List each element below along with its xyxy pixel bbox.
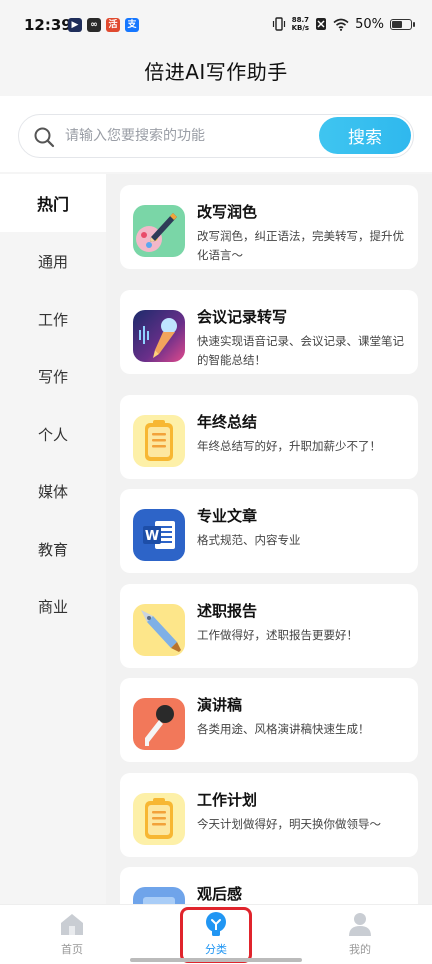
home-indicator[interactable]	[130, 958, 302, 962]
category-sidebar: 热门 通用 工作 写作 个人 媒体 教育 商业	[0, 174, 106, 904]
highlight-annotation	[180, 907, 252, 963]
clipboard-icon	[133, 415, 185, 467]
search-box: 搜索	[18, 114, 414, 158]
feature-card-meeting-transcription[interactable]: 会议记录转写 快速实现语音记录、会议记录、课堂笔记的智能总结！	[120, 290, 418, 374]
sidebar-item-business[interactable]: 商业	[0, 577, 106, 635]
wifi-icon	[333, 18, 349, 31]
feature-title: 述职报告	[197, 602, 258, 620]
alipay-app-icon: 支	[125, 18, 139, 32]
feature-description: 快速实现语音记录、会议记录、课堂笔记的智能总结！	[197, 334, 404, 367]
feature-description: 各类用途、风格演讲稿快速生成！	[197, 722, 370, 736]
net-speed: 88.7 KB/s	[292, 16, 309, 32]
svg-text:W: W	[145, 529, 159, 544]
sidebar-item-hot[interactable]: 热门	[0, 174, 106, 232]
search-button[interactable]: 搜索	[319, 117, 411, 154]
sidebar-item-personal[interactable]: 个人	[0, 405, 106, 463]
sidebar-item-general[interactable]: 通用	[0, 232, 106, 290]
feature-description: 今天计划做得好，明天换你做领导～	[197, 817, 381, 831]
feature-card-annual-summary[interactable]: 年终总结 年终总结写的好，升职加薪少不了！	[120, 395, 418, 479]
feature-card-work-report[interactable]: 述职报告 工作做得好，述职报告更要好！	[120, 584, 418, 668]
media-app-icon: ▶	[68, 18, 82, 32]
status-bar: 12:39 ▶ ∞ 活 支 88.7 KB/s 50%	[0, 0, 432, 52]
feature-card-professional-article[interactable]: W 专业文章 格式规范、内容专业	[120, 489, 418, 573]
feature-card-reflection[interactable]: 观后感	[120, 867, 418, 904]
search-bar: 搜索	[0, 96, 432, 172]
sidebar-item-work[interactable]: 工作	[0, 290, 106, 348]
battery-percent: 50%	[355, 16, 384, 32]
feature-card-speech[interactable]: 演讲稿 各类用途、风格演讲稿快速生成！	[120, 678, 418, 762]
nav-item-home[interactable]: 首页	[32, 911, 112, 963]
home-icon	[61, 914, 83, 935]
fountain-pen-icon	[133, 604, 185, 656]
sim-off-icon	[316, 18, 327, 30]
battery-icon	[390, 18, 415, 30]
feature-title: 工作计划	[197, 791, 258, 809]
feature-description: 年终总结写的好，升职加薪少不了！	[197, 439, 381, 453]
nav-label: 首页	[61, 943, 83, 956]
monitor-icon	[133, 887, 185, 904]
huodong-app-icon: 活	[106, 18, 120, 32]
feature-card-rewrite[interactable]: 改写润色 改写润色，纠正语法，完美转写，提升优化语言～	[120, 185, 418, 269]
feature-title: 年终总结	[197, 413, 258, 431]
link-app-icon: ∞	[87, 18, 101, 32]
search-input[interactable]	[65, 115, 315, 156]
microphone-icon	[133, 698, 185, 750]
feature-title: 观后感	[197, 885, 243, 903]
status-app-icons: ▶ ∞ 活 支	[68, 18, 139, 32]
feature-description: 工作做得好，述职报告更要好！	[197, 628, 358, 642]
sidebar-item-media[interactable]: 媒体	[0, 462, 106, 520]
net-speed-value: 88.7	[291, 16, 309, 24]
feature-description: 格式规范、内容专业	[197, 533, 301, 547]
nav-label: 我的	[349, 943, 371, 956]
word-document-icon: W	[133, 509, 185, 561]
sidebar-item-writing[interactable]: 写作	[0, 347, 106, 405]
vibrate-icon	[272, 17, 285, 31]
feature-title: 会议记录转写	[197, 308, 288, 326]
nav-item-mine[interactable]: 我的	[320, 911, 400, 963]
feature-card-work-plan[interactable]: 工作计划 今天计划做得好，明天换你做领导～	[120, 773, 418, 857]
feature-title: 改写润色	[197, 203, 258, 221]
microphone-waves-icon	[133, 310, 185, 362]
net-speed-unit: KB/s	[291, 24, 310, 32]
page-title: 倍进AI写作助手	[144, 60, 288, 84]
sidebar-item-education[interactable]: 教育	[0, 520, 106, 578]
status-time: 12:39	[24, 16, 72, 34]
feature-description: 改写润色，纠正语法，完美转写，提升优化语言～	[197, 229, 404, 262]
status-right: 88.7 KB/s 50%	[272, 16, 415, 32]
feature-title: 演讲稿	[197, 696, 243, 714]
pen-palette-icon	[133, 205, 185, 257]
search-icon	[34, 127, 55, 148]
person-icon	[349, 913, 371, 936]
feature-list: 改写润色 改写润色，纠正语法，完美转写，提升优化语言～ 会议记录转写 快速实现语…	[106, 174, 432, 904]
clipboard-icon	[133, 793, 185, 845]
feature-title: 专业文章	[197, 507, 258, 525]
